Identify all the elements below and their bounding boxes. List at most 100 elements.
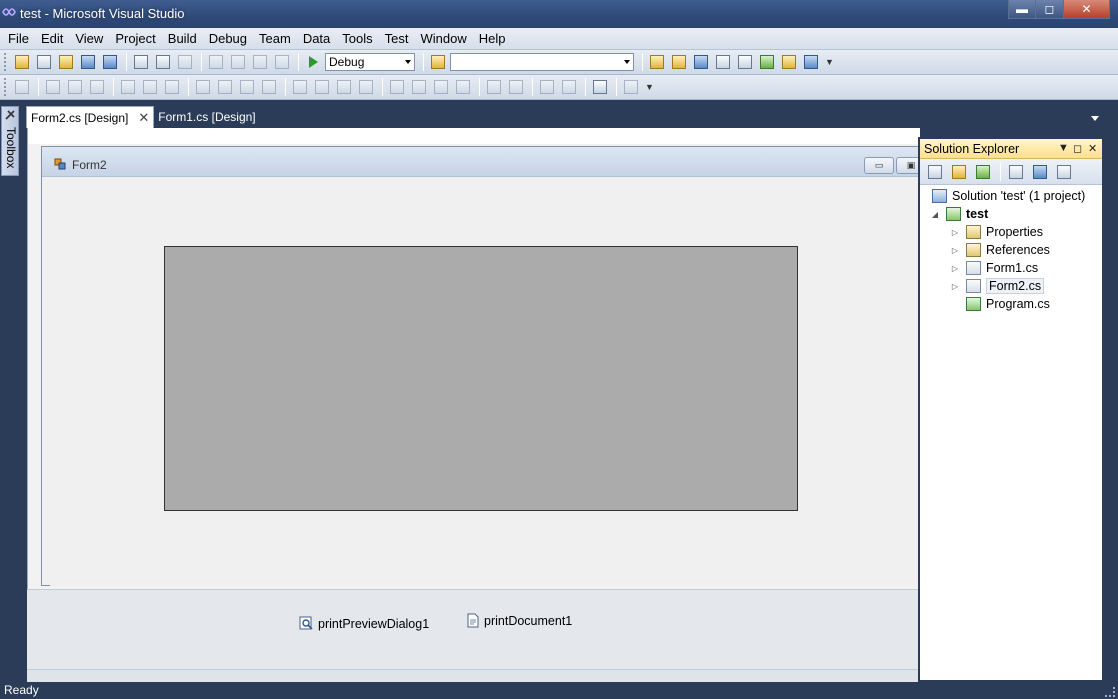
tree-item-form1[interactable]: ▷ Form1.cs	[950, 259, 1038, 277]
active-files-dropdown-icon[interactable]	[1091, 116, 1099, 121]
vertical-spacing-remove-icon[interactable]	[453, 77, 473, 97]
new-project-icon[interactable]	[12, 52, 32, 72]
align-lefts-icon[interactable]	[43, 77, 63, 97]
tree-item-references[interactable]: ▷ References	[950, 241, 1050, 259]
toolbox-icon[interactable]	[735, 52, 755, 72]
command-window-icon[interactable]	[801, 52, 821, 72]
toolbar-overflow-icon[interactable]: ▼	[645, 82, 654, 92]
expand-arrow-icon[interactable]: ▷	[950, 246, 960, 255]
vertical-spacing-equal-icon[interactable]	[387, 77, 407, 97]
expand-arrow-icon[interactable]: ▷	[950, 228, 960, 237]
make-same-height-icon[interactable]	[237, 77, 257, 97]
navigate-forward-icon[interactable]	[272, 52, 292, 72]
maximize-button[interactable]: ◻	[1036, 0, 1064, 19]
object-browser-icon[interactable]	[713, 52, 733, 72]
tab-form2-design[interactable]: Form2.cs [Design] ✕	[26, 106, 155, 129]
find-in-files-icon[interactable]	[428, 52, 448, 72]
align-rights-icon[interactable]	[87, 77, 107, 97]
make-same-size-icon[interactable]	[259, 77, 279, 97]
open-file-icon[interactable]	[56, 52, 76, 72]
toolbar-overflow-icon[interactable]: ▼	[825, 57, 834, 67]
menu-build[interactable]: Build	[162, 29, 203, 49]
tab-form1-design[interactable]: Form1.cs [Design]	[154, 106, 259, 128]
align-tops-icon[interactable]	[118, 77, 138, 97]
paste-icon[interactable]	[175, 52, 195, 72]
make-same-width-icon[interactable]	[193, 77, 213, 97]
horizontal-spacing-decrease-icon[interactable]	[334, 77, 354, 97]
resize-grip-icon[interactable]	[1105, 687, 1115, 697]
copy-icon[interactable]	[153, 52, 173, 72]
menu-help[interactable]: Help	[473, 29, 512, 49]
minimize-button[interactable]: ▬	[1008, 0, 1036, 19]
toolbox-tab[interactable]: Toolbox	[1, 106, 19, 176]
cut-icon[interactable]	[131, 52, 151, 72]
expand-arrow-icon[interactable]: ▷	[950, 264, 960, 273]
vertical-spacing-decrease-icon[interactable]	[431, 77, 451, 97]
menu-file[interactable]: File	[2, 29, 35, 49]
size-to-grid-icon[interactable]	[215, 77, 235, 97]
send-to-back-icon[interactable]	[559, 77, 579, 97]
view-class-diagram-icon[interactable]	[1053, 162, 1075, 182]
save-all-icon[interactable]	[100, 52, 120, 72]
panel-dropdown-icon[interactable]: ▼	[1058, 142, 1069, 154]
toolbox-icon	[5, 110, 15, 120]
print-document-component[interactable]: printDocument1	[465, 613, 572, 628]
solution-explorer-icon[interactable]	[669, 52, 689, 72]
menu-test[interactable]: Test	[379, 29, 415, 49]
menu-data[interactable]: Data	[297, 29, 336, 49]
redo-icon[interactable]	[228, 52, 248, 72]
panel-auto-hide-icon[interactable]: ◻	[1073, 142, 1082, 155]
horizontal-spacing-equal-icon[interactable]	[290, 77, 310, 97]
toolbar-grip[interactable]	[4, 53, 8, 71]
properties-window-icon[interactable]	[691, 52, 711, 72]
solution-configuration-dropdown[interactable]: Debug	[325, 53, 415, 71]
tree-solution-node[interactable]: Solution 'test' (1 project)	[932, 187, 1085, 205]
horizontal-spacing-increase-icon[interactable]	[312, 77, 332, 97]
start-debugging-icon[interactable]	[303, 52, 323, 72]
tree-item-properties[interactable]: ▷ Properties	[950, 223, 1043, 241]
extension-manager-icon[interactable]	[779, 52, 799, 72]
menu-window[interactable]: Window	[414, 29, 472, 49]
lock-controls-icon[interactable]	[621, 77, 641, 97]
add-item-icon[interactable]	[34, 52, 54, 72]
refresh-icon[interactable]	[972, 162, 994, 182]
horizontal-spacing-remove-icon[interactable]	[356, 77, 376, 97]
center-horizontally-icon[interactable]	[484, 77, 504, 97]
toolbar-grip[interactable]	[4, 78, 8, 96]
form-minimize-button[interactable]: ▭	[864, 157, 894, 174]
close-button[interactable]: ✕	[1064, 0, 1110, 19]
start-page-icon[interactable]	[757, 52, 777, 72]
align-middles-icon[interactable]	[140, 77, 160, 97]
view-code-icon[interactable]	[1005, 162, 1027, 182]
bring-to-front-icon[interactable]	[537, 77, 557, 97]
tree-item-program[interactable]: Program.cs	[966, 295, 1050, 313]
tab-order-icon[interactable]	[590, 77, 610, 97]
menu-edit[interactable]: Edit	[35, 29, 69, 49]
show-all-files-icon[interactable]	[948, 162, 970, 182]
menu-debug[interactable]: Debug	[203, 29, 253, 49]
find-icon[interactable]	[647, 52, 667, 72]
tree-item-form2[interactable]: ▷ Form2.cs	[950, 277, 1045, 295]
menu-project[interactable]: Project	[109, 29, 161, 49]
collapse-arrow-icon[interactable]: ◢	[930, 210, 940, 219]
align-bottoms-icon[interactable]	[162, 77, 182, 97]
vertical-spacing-increase-icon[interactable]	[409, 77, 429, 97]
save-icon[interactable]	[78, 52, 98, 72]
print-preview-control[interactable]	[164, 246, 798, 511]
view-designer-icon[interactable]	[1029, 162, 1051, 182]
navigate-backward-icon[interactable]	[250, 52, 270, 72]
panel-close-icon[interactable]: ✕	[1088, 142, 1097, 155]
menu-tools[interactable]: Tools	[336, 29, 378, 49]
undo-icon[interactable]	[206, 52, 226, 72]
menu-view[interactable]: View	[69, 29, 109, 49]
center-vertically-icon[interactable]	[506, 77, 526, 97]
close-tab-icon[interactable]: ✕	[138, 107, 149, 129]
properties-icon[interactable]	[924, 162, 946, 182]
align-centers-icon[interactable]	[65, 77, 85, 97]
find-combo[interactable]	[450, 53, 634, 71]
align-to-grid-icon[interactable]	[12, 77, 32, 97]
expand-arrow-icon[interactable]: ▷	[950, 282, 960, 291]
menu-team[interactable]: Team	[253, 29, 297, 49]
print-preview-dialog-component[interactable]: printPreviewDialog1	[299, 616, 429, 631]
tree-project-node[interactable]: ◢ test	[930, 205, 988, 223]
